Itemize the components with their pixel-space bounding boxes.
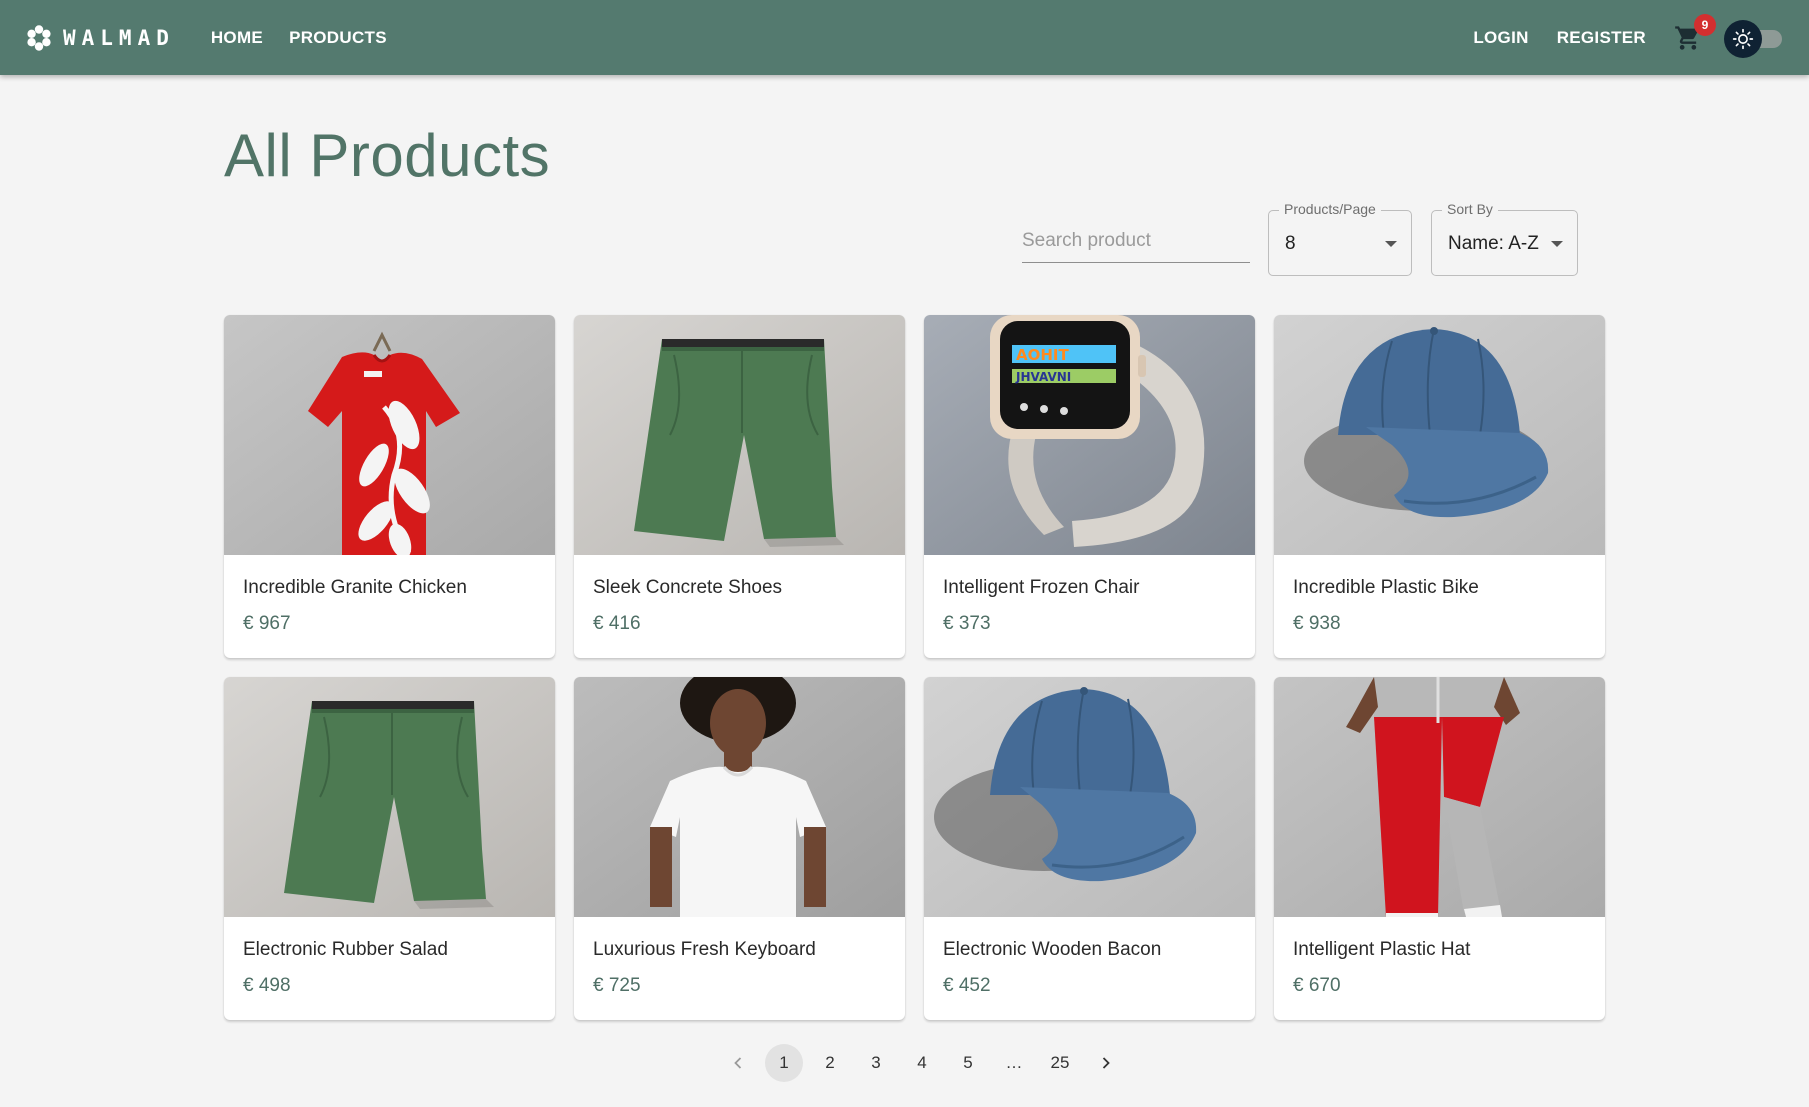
product-price: € 373 bbox=[943, 613, 991, 634]
track-pants-image bbox=[1274, 677, 1605, 917]
blue-cap-image bbox=[924, 677, 1255, 917]
page-button-1[interactable]: 1 bbox=[765, 1044, 803, 1082]
chevron-left-icon bbox=[730, 1055, 746, 1071]
sort-by-select[interactable]: Sort By Name: A-Z bbox=[1431, 201, 1578, 276]
page-button-3[interactable]: 3 bbox=[857, 1044, 895, 1082]
nav-products-link[interactable]: PRODUCTS bbox=[289, 28, 387, 48]
nav-home-link[interactable]: HOME bbox=[211, 28, 263, 48]
product-name: Sleek Concrete Shoes bbox=[593, 577, 783, 598]
dropdown-arrow-icon bbox=[1551, 241, 1563, 247]
product-price: € 452 bbox=[943, 975, 991, 996]
product-name: Intelligent Frozen Chair bbox=[943, 577, 1140, 598]
green-shorts-image bbox=[224, 677, 555, 917]
auth-area: LOGIN REGISTER 9 bbox=[1473, 13, 1784, 58]
product-price: € 416 bbox=[593, 613, 641, 634]
product-price: € 967 bbox=[243, 613, 291, 634]
product-name: Incredible Plastic Bike bbox=[1293, 577, 1479, 598]
brand-name: WALMAD bbox=[63, 25, 175, 50]
sun-icon bbox=[1732, 28, 1754, 50]
previous-page-button[interactable] bbox=[719, 1044, 757, 1082]
search-input[interactable] bbox=[1022, 220, 1250, 262]
products-per-page-select[interactable]: Products/Page 8 bbox=[1268, 201, 1412, 276]
page-button-5[interactable]: 5 bbox=[949, 1044, 987, 1082]
product-price: € 725 bbox=[593, 975, 641, 996]
theme-toggle-switch[interactable] bbox=[1724, 19, 1784, 58]
product-price: € 938 bbox=[1293, 613, 1341, 634]
page-title: All Products bbox=[224, 122, 551, 189]
product-name: Intelligent Plastic Hat bbox=[1293, 939, 1471, 960]
product-card[interactable]: AOHIT JHVAVNI Intelligent Frozen Chair €… bbox=[924, 315, 1255, 658]
red-tshirt-image bbox=[224, 315, 555, 555]
product-price: € 670 bbox=[1293, 975, 1341, 996]
flower-logo-icon bbox=[25, 24, 53, 52]
blue-cap-image bbox=[1274, 315, 1605, 555]
pagination-ellipsis: … bbox=[1005, 1053, 1023, 1072]
product-card[interactable]: Intelligent Plastic Hat € 670 bbox=[1274, 677, 1605, 1020]
product-name: Luxurious Fresh Keyboard bbox=[593, 939, 816, 960]
product-name: Incredible Granite Chicken bbox=[243, 577, 467, 598]
product-grid: Incredible Granite Chicken € 967 Sleek C… bbox=[224, 315, 1605, 1020]
product-card[interactable]: Incredible Plastic Bike € 938 bbox=[1274, 315, 1605, 658]
page-button-4[interactable]: 4 bbox=[903, 1044, 941, 1082]
product-name: Electronic Rubber Salad bbox=[243, 939, 448, 960]
product-card[interactable]: Electronic Rubber Salad € 498 bbox=[224, 677, 555, 1020]
products-per-page-value: 8 bbox=[1285, 233, 1296, 254]
svg-text:JHVAVNI: JHVAVNI bbox=[1015, 370, 1071, 384]
toggle-thumb bbox=[1724, 19, 1762, 58]
sort-by-label: Sort By bbox=[1442, 201, 1498, 217]
pagination: 1 2 3 4 5 … 25 bbox=[719, 1044, 1125, 1082]
sort-by-value: Name: A-Z bbox=[1448, 233, 1539, 254]
product-price: € 498 bbox=[243, 975, 291, 996]
cart-button[interactable]: 9 bbox=[1674, 13, 1716, 52]
product-card[interactable]: Electronic Wooden Bacon € 452 bbox=[924, 677, 1255, 1020]
smartwatch-image: AOHIT JHVAVNI bbox=[924, 315, 1255, 555]
page-button-2[interactable]: 2 bbox=[811, 1044, 849, 1082]
next-page-button[interactable] bbox=[1087, 1044, 1125, 1082]
register-link[interactable]: REGISTER bbox=[1557, 28, 1646, 48]
product-name: Electronic Wooden Bacon bbox=[943, 939, 1162, 960]
login-link[interactable]: LOGIN bbox=[1473, 28, 1528, 48]
page-button-25[interactable]: 25 bbox=[1041, 1044, 1079, 1082]
product-card[interactable]: Luxurious Fresh Keyboard € 725 bbox=[574, 677, 905, 1020]
product-card[interactable]: Incredible Granite Chicken € 967 bbox=[224, 315, 555, 658]
svg-text:AOHIT: AOHIT bbox=[1016, 346, 1069, 364]
products-per-page-label: Products/Page bbox=[1279, 201, 1381, 217]
green-shorts-image bbox=[574, 315, 905, 555]
dropdown-arrow-icon bbox=[1385, 241, 1397, 247]
cart-count-badge: 9 bbox=[1694, 13, 1716, 36]
search-field bbox=[1022, 220, 1250, 263]
app-bar: WALMAD HOME PRODUCTS LOGIN REGISTER 9 bbox=[0, 0, 1809, 75]
product-card[interactable]: Sleek Concrete Shoes € 416 bbox=[574, 315, 905, 658]
main-nav: HOME PRODUCTS bbox=[211, 28, 387, 48]
white-tshirt-model-image bbox=[574, 677, 905, 917]
brand-logo[interactable]: WALMAD bbox=[25, 24, 175, 52]
chevron-right-icon bbox=[1098, 1055, 1114, 1071]
